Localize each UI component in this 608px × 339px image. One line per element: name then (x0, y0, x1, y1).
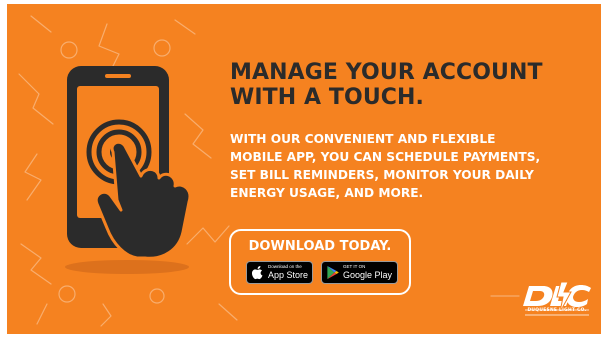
headline-line-2: WITH A TOUCH. (230, 85, 425, 110)
headline: MANAGE YOUR ACCOUNT WITH A TOUCH. (230, 60, 590, 110)
download-title: DOWNLOAD TODAY. (248, 239, 392, 254)
logo-name: DUQUESNE LIGHT CO. (527, 308, 587, 313)
google-play-label: Google Play (343, 269, 393, 280)
body-line-4: ENERGY USAGE, AND MORE. (230, 186, 424, 200)
download-box: DOWNLOAD TODAY. Download on the App Stor… (229, 229, 411, 295)
app-store-button[interactable]: Download on the App Store (246, 261, 313, 284)
app-store-label: App Store (268, 269, 309, 280)
phone-touch-icon (65, 66, 192, 274)
google-play-icon (327, 265, 339, 280)
body-line-1: WITH OUR CONVENIENT AND FLEXIBLE (230, 132, 496, 146)
body-line-3: SET BILL REMINDERS, MONITOR YOUR DAILY (230, 168, 534, 182)
headline-line-1: MANAGE YOUR ACCOUNT (230, 60, 543, 85)
dlc-logo (523, 281, 591, 316)
apple-icon (251, 265, 263, 280)
promo-banner: MANAGE YOUR ACCOUNT WITH A TOUCH. WITH O… (7, 4, 601, 334)
body-line-2: MOBILE APP, YOU CAN SCHEDULE PAYMENTS, (230, 150, 541, 164)
body-copy: WITH OUR CONVENIENT AND FLEXIBLE MOBILE … (230, 130, 595, 202)
google-play-button[interactable]: GET IT ON Google Play (321, 261, 398, 284)
